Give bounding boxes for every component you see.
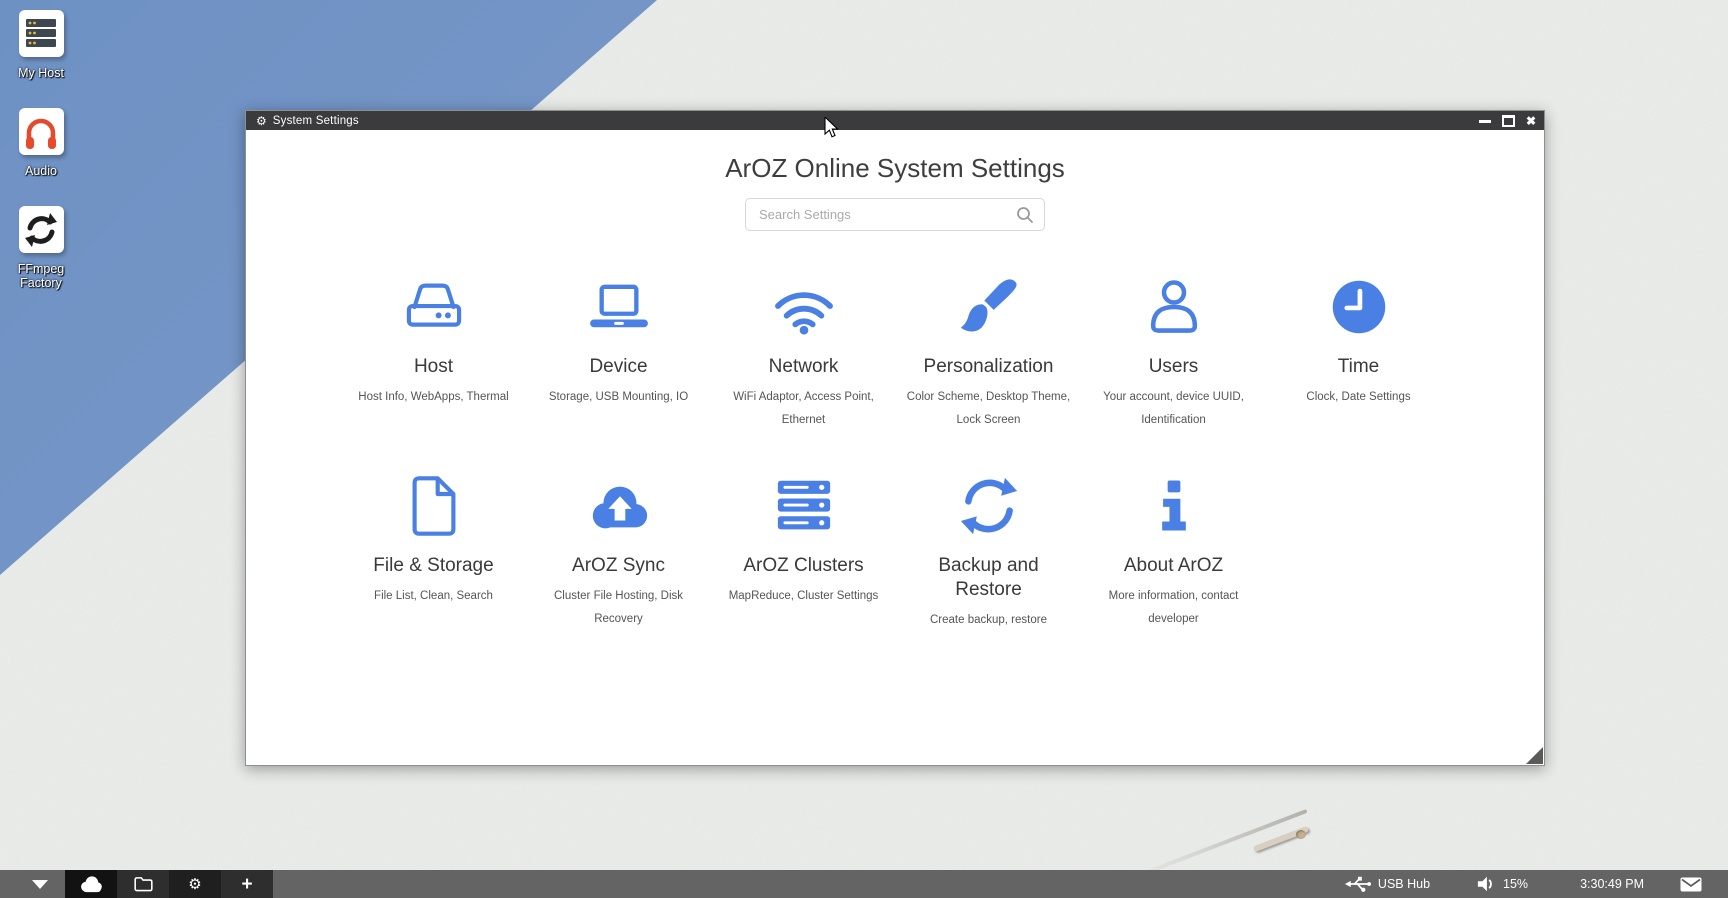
window-title: System Settings (273, 115, 359, 127)
category-subtitle: Color Scheme, Desktop Theme, Lock Screen (900, 386, 1078, 432)
server-icon (711, 470, 896, 542)
settings-category-file-storage[interactable]: File & Storage File List, Clean, Search (341, 470, 526, 632)
taskbar-add-button[interactable]: + (221, 870, 273, 898)
window-content: ArOZ Online System Settings (246, 130, 1544, 766)
folder-icon (133, 875, 154, 893)
category-title: Users (1098, 355, 1250, 379)
close-button[interactable]: ✖ (1526, 115, 1536, 127)
window-titlebar[interactable]: ⚙ System Settings ✖ (246, 111, 1544, 130)
taskbar-cloud-button[interactable] (65, 870, 117, 898)
usb-label: USB Hub (1378, 877, 1430, 891)
system-settings-window: ⚙ System Settings ✖ ArOZ Online System S… (245, 110, 1545, 766)
category-title: Host (358, 355, 510, 379)
search-icon (1016, 206, 1034, 229)
desktop-icon-my-host[interactable]: My Host (0, 10, 82, 80)
wall-shadow (1133, 809, 1307, 879)
category-title: Device (543, 355, 695, 379)
category-subtitle: Storage, USB Mounting, IO (530, 386, 708, 409)
settings-category-grid: Host Host Info, WebApps, Thermal Device … (341, 271, 1449, 632)
category-title: Backup and Restore (913, 554, 1065, 602)
taskbar: ⚙ + USB Hub 15% 3:30:49 PM (0, 870, 1728, 898)
desktop-icon-list: My Host Audio FFmpeg Factory (0, 10, 82, 318)
desktop: { "desktop": { "icons": [ { "label": "My… (0, 0, 1728, 898)
settings-category-aroz-clusters[interactable]: ArOZ Clusters MapReduce, Cluster Setting… (711, 470, 896, 632)
refresh-icon (896, 470, 1081, 542)
volume-status[interactable]: 15% (1476, 875, 1528, 893)
minimize-button[interactable] (1479, 120, 1491, 123)
usb-status[interactable]: USB Hub (1344, 875, 1430, 893)
category-subtitle: WiFi Adaptor, Access Point, Ethernet (715, 386, 893, 432)
taskbar-folder-button[interactable] (117, 870, 169, 898)
taskbar-settings-button[interactable]: ⚙ (169, 870, 221, 898)
cloud-icon (78, 875, 104, 893)
settings-category-time[interactable]: Time Clock, Date Settings (1266, 271, 1451, 432)
category-subtitle: File List, Clean, Search (345, 585, 523, 608)
page-title: ArOZ Online System Settings (246, 151, 1544, 185)
caret-down-icon (32, 880, 48, 889)
hdd-icon (341, 271, 526, 343)
clock-label: 3:30:49 PM (1580, 877, 1644, 891)
volume-label: 15% (1503, 877, 1528, 891)
laptop-icon (526, 271, 711, 343)
cloud-upload-icon (526, 470, 711, 542)
category-title: ArOZ Clusters (728, 554, 880, 578)
search-input[interactable] (746, 199, 1044, 230)
category-subtitle: MapReduce, Cluster Settings (715, 585, 893, 608)
messages-tray[interactable] (1680, 877, 1702, 892)
settings-category-aroz-sync[interactable]: ArOZ Sync Cluster File Hosting, Disk Rec… (526, 470, 711, 632)
headphones-icon (19, 108, 64, 155)
settings-category-device[interactable]: Device Storage, USB Mounting, IO (526, 271, 711, 432)
wall-hole (1296, 830, 1306, 839)
category-title: Personalization (913, 355, 1065, 379)
settings-category-host[interactable]: Host Host Info, WebApps, Thermal (341, 271, 526, 432)
file-icon (341, 470, 526, 542)
recycle-arrows-icon (19, 206, 64, 253)
server-rack-icon (19, 10, 64, 57)
desktop-icon-label: FFmpeg Factory (0, 262, 82, 290)
category-subtitle: Host Info, WebApps, Thermal (345, 386, 523, 409)
speaker-icon (1476, 875, 1496, 893)
settings-category-network[interactable]: Network WiFi Adaptor, Access Point, Ethe… (711, 271, 896, 432)
category-title: About ArOZ (1098, 554, 1250, 578)
category-subtitle: Create backup, restore (900, 609, 1078, 632)
user-icon (1081, 271, 1266, 343)
settings-category-personalization[interactable]: Personalization Color Scheme, Desktop Th… (896, 271, 1081, 432)
settings-category-about-aroz[interactable]: About ArOZ More information, contact dev… (1081, 470, 1266, 632)
category-subtitle: More information, contact developer (1085, 585, 1263, 631)
settings-category-backup-restore[interactable]: Backup and Restore Create backup, restor… (896, 470, 1081, 632)
taskbar-menu-button[interactable] (15, 870, 65, 898)
category-title: Network (728, 355, 880, 379)
category-subtitle: Clock, Date Settings (1270, 386, 1448, 409)
wifi-icon (711, 271, 896, 343)
window-resize-handle[interactable] (1526, 747, 1543, 764)
category-subtitle: Cluster File Hosting, Disk Recovery (530, 585, 708, 631)
category-title: Time (1283, 355, 1435, 379)
plus-icon: + (241, 875, 252, 894)
settings-category-users[interactable]: Users Your account, device UUID, Identif… (1081, 271, 1266, 432)
window-controls: ✖ (1479, 115, 1536, 127)
gear-icon: ⚙ (256, 115, 267, 127)
gear-icon: ⚙ (188, 875, 201, 893)
paint-brush-icon (896, 271, 1081, 343)
usb-icon (1344, 875, 1371, 893)
desktop-icon-ffmpeg-factory[interactable]: FFmpeg Factory (0, 206, 82, 290)
clock-status[interactable]: 3:30:49 PM (1580, 877, 1644, 891)
maximize-button[interactable] (1502, 115, 1515, 127)
desktop-icon-label: My Host (0, 66, 82, 80)
info-icon (1081, 470, 1266, 542)
desktop-icon-audio[interactable]: Audio (0, 108, 82, 178)
taskbar-status-area: USB Hub 15% 3:30:49 PM (1344, 875, 1728, 893)
clock-icon (1266, 271, 1451, 343)
search-box (745, 198, 1045, 231)
envelope-icon (1680, 877, 1702, 892)
desktop-icon-label: Audio (0, 164, 82, 178)
category-title: ArOZ Sync (543, 554, 695, 578)
category-title: File & Storage (358, 554, 510, 578)
category-subtitle: Your account, device UUID, Identificatio… (1085, 386, 1263, 432)
